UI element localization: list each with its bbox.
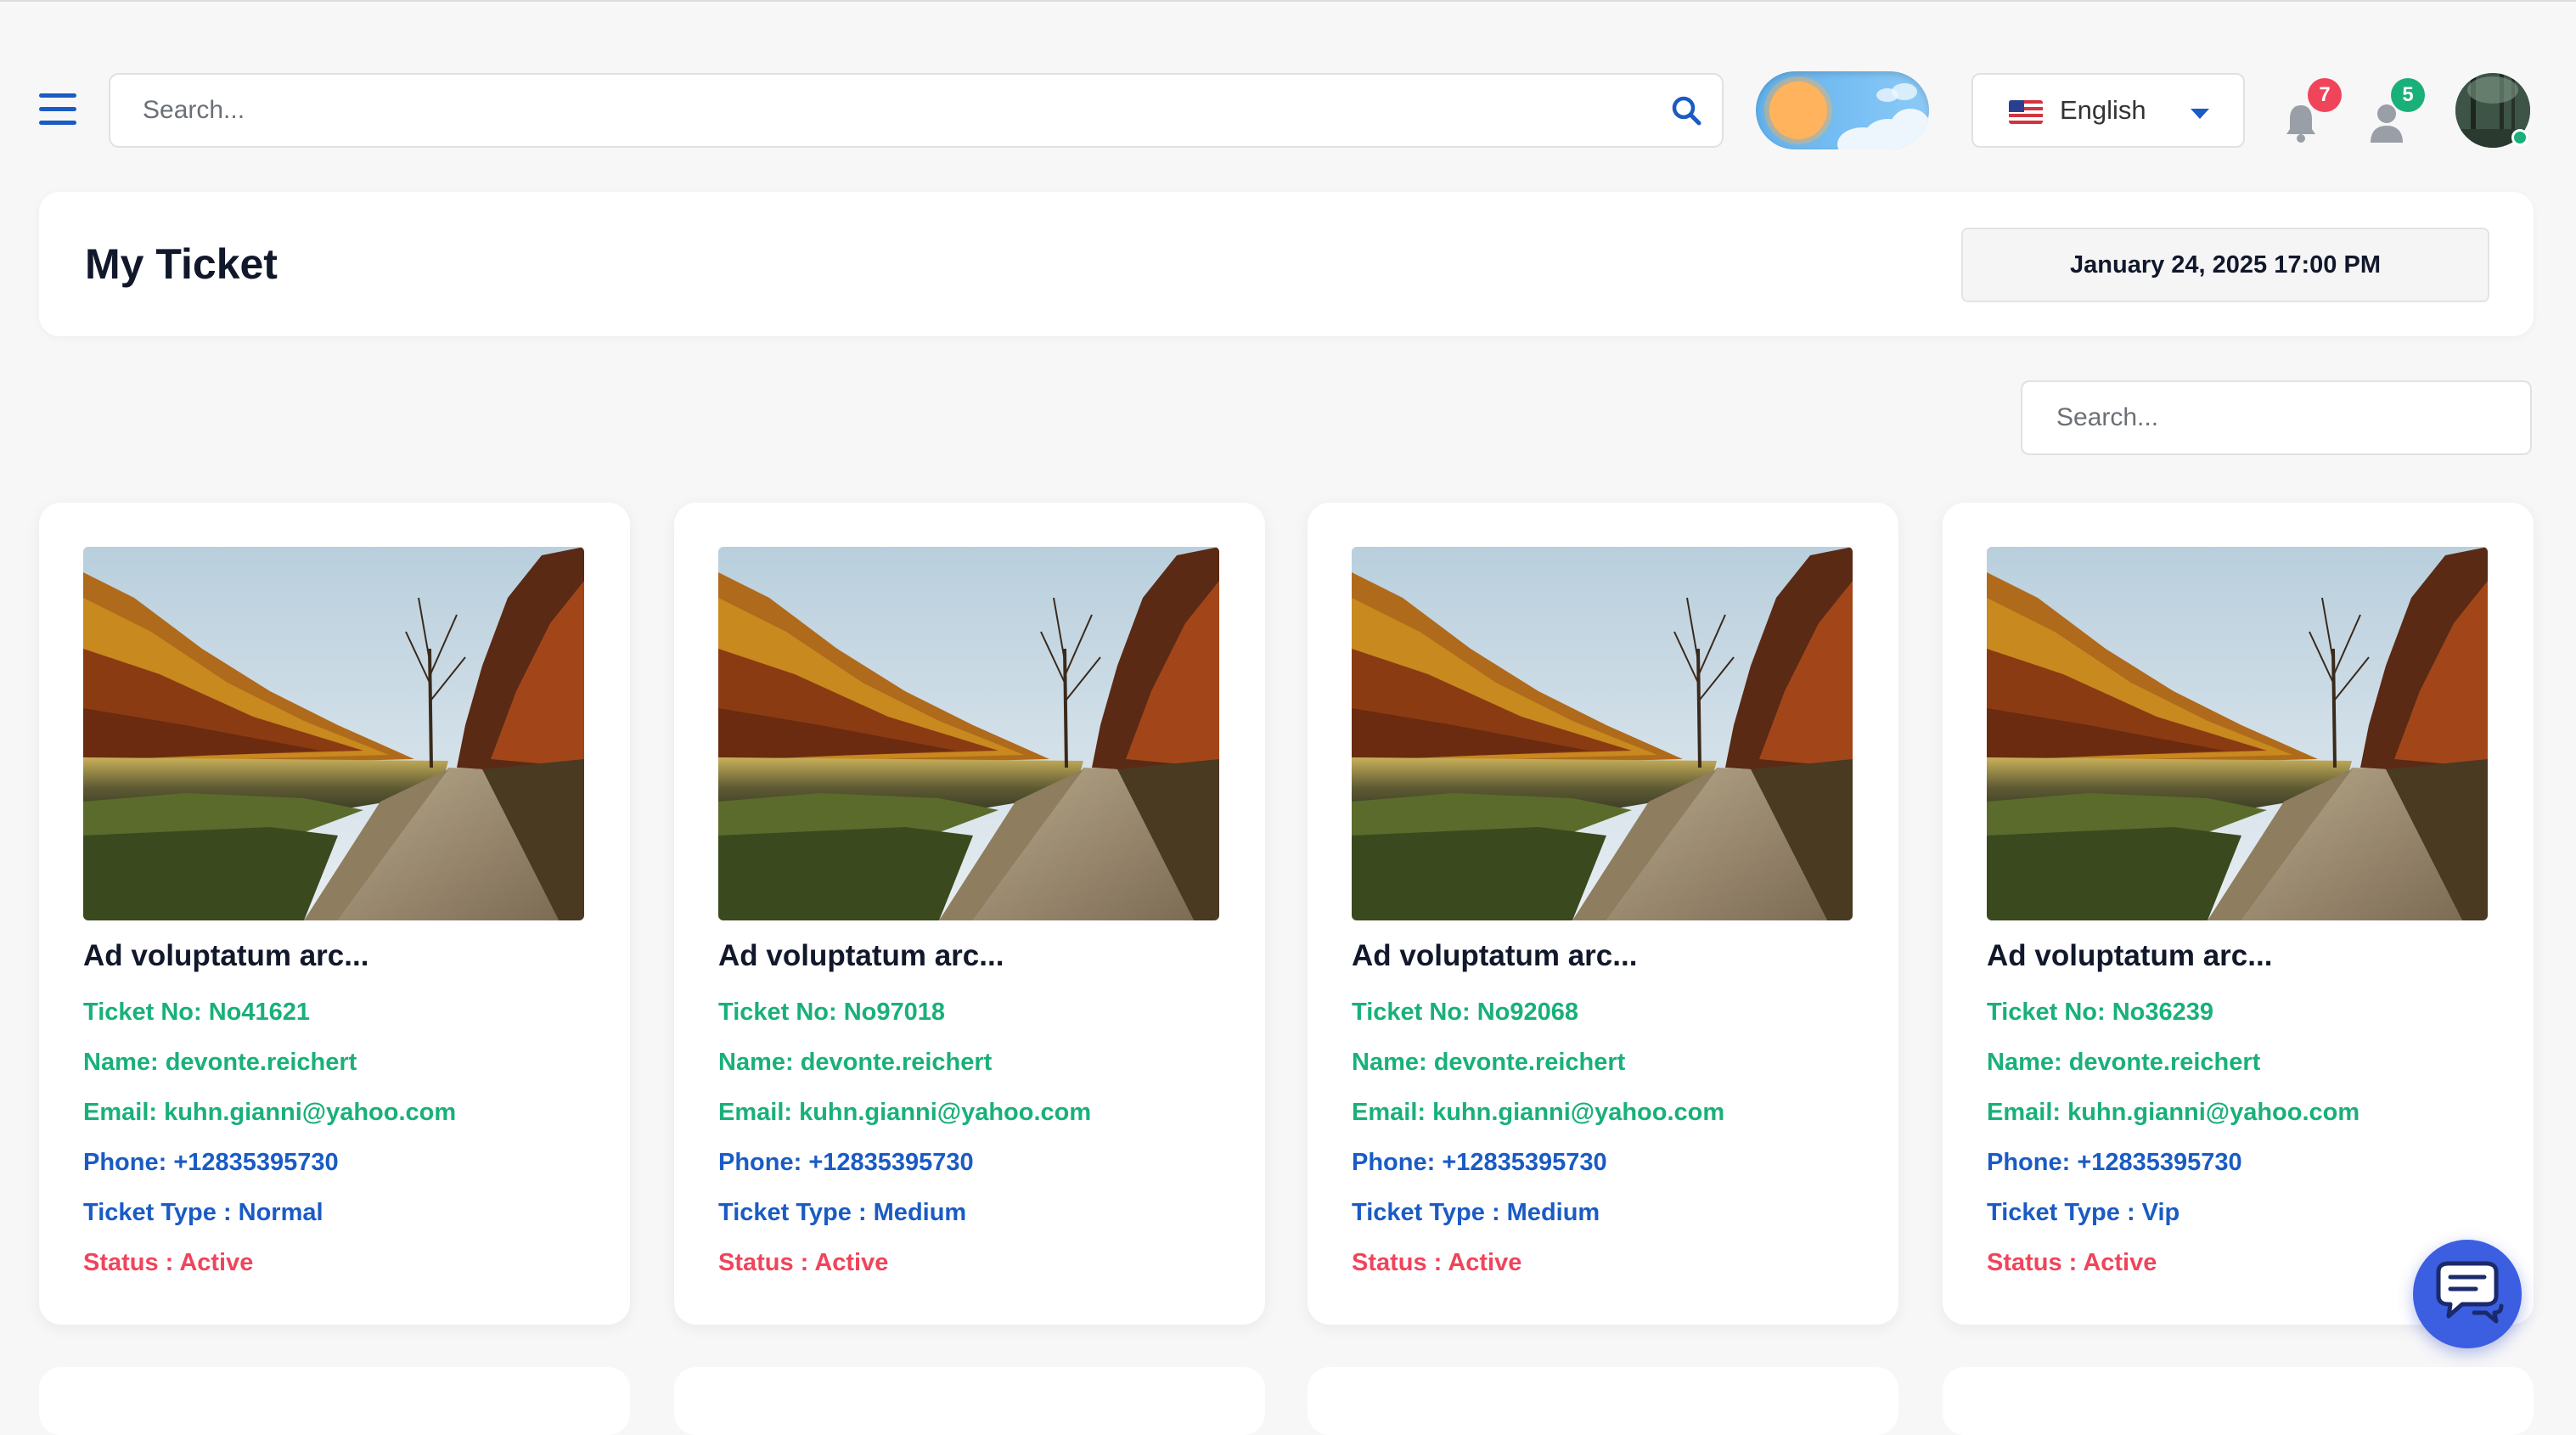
ticket-card[interactable] <box>1943 1367 2534 1435</box>
ticket-number: Ticket No: No97018 <box>718 999 946 1026</box>
ticket-number: Ticket No: No41621 <box>83 999 311 1026</box>
language-label: English <box>2060 95 2146 125</box>
ticket-title: Ad voluptatum arc... <box>718 939 1004 972</box>
ticket-type: Ticket Type : Vip <box>1987 1199 2180 1226</box>
ticket-card[interactable] <box>39 1367 630 1435</box>
ticket-email: Email: kuhn.gianni@yahoo.com <box>83 1099 457 1126</box>
ticket-name: Name: devonte.reichert <box>1987 1049 2261 1076</box>
ticket-card[interactable]: Ad voluptatum arc... Ticket No: No36239 … <box>1943 503 2534 1325</box>
ticket-status: Status : Active <box>1987 1249 2157 1276</box>
ticket-title: Ad voluptatum arc... <box>1352 939 1638 972</box>
ticket-search-input[interactable] <box>2056 382 2498 453</box>
ticket-name: Name: devonte.reichert <box>718 1049 993 1076</box>
ticket-card[interactable]: Ad voluptatum arc... Ticket No: No97018 … <box>674 503 1265 1325</box>
ticket-search <box>2021 380 2532 455</box>
ticket-type: Ticket Type : Normal <box>83 1199 323 1226</box>
global-search-input[interactable] <box>143 75 1637 146</box>
ticket-email: Email: kuhn.gianni@yahoo.com <box>718 1099 1092 1126</box>
ticket-card[interactable]: Ad voluptatum arc... Ticket No: No92068 … <box>1308 503 1898 1325</box>
us-flag-icon <box>2009 100 2043 124</box>
page-header: My Ticket January 24, 2025 17:00 PM <box>39 192 2534 336</box>
menu-icon[interactable] <box>39 93 76 126</box>
ticket-image <box>1987 547 2488 920</box>
ticket-number: Ticket No: No36239 <box>1987 999 2214 1026</box>
language-select[interactable]: English <box>1971 73 2245 148</box>
ticket-email: Email: kuhn.gianni@yahoo.com <box>1352 1099 1725 1126</box>
page-title: My Ticket <box>85 240 278 288</box>
ticket-email: Email: kuhn.gianni@yahoo.com <box>1987 1099 2360 1126</box>
ticket-status: Status : Active <box>718 1249 889 1276</box>
online-status-dot <box>2511 129 2528 146</box>
ticket-name: Name: devonte.reichert <box>83 1049 357 1076</box>
ticket-number: Ticket No: No92068 <box>1352 999 1579 1026</box>
chat-button[interactable] <box>2413 1240 2522 1348</box>
notifications-button[interactable] <box>2284 102 2318 144</box>
ticket-status: Status : Active <box>1352 1249 1522 1276</box>
ticket-type: Ticket Type : Medium <box>718 1199 967 1226</box>
theme-toggle[interactable] <box>1756 71 1929 149</box>
ticket-type: Ticket Type : Medium <box>1352 1199 1600 1226</box>
ticket-status: Status : Active <box>83 1249 254 1276</box>
users-badge: 5 <box>2391 78 2425 112</box>
bell-icon <box>2286 105 2315 143</box>
ticket-card[interactable] <box>674 1367 1265 1435</box>
caret-down-icon <box>2191 109 2209 119</box>
ticket-image <box>83 547 584 920</box>
chat-icon <box>2436 1261 2504 1324</box>
ticket-image <box>1352 547 1853 920</box>
notifications-badge: 7 <box>2308 78 2342 112</box>
global-search <box>109 73 1724 148</box>
ticket-card[interactable]: Ad voluptatum arc... Ticket No: No41621 … <box>39 503 630 1325</box>
search-icon[interactable] <box>1669 93 1703 127</box>
top-border <box>0 0 2576 2</box>
sun-icon <box>1769 82 1827 139</box>
ticket-card[interactable] <box>1308 1367 1898 1435</box>
ticket-image <box>718 547 1219 920</box>
ticket-phone: Phone: +12835395730 <box>1352 1149 1607 1176</box>
ticket-phone: Phone: +12835395730 <box>718 1149 974 1176</box>
ticket-title: Ad voluptatum arc... <box>83 939 369 972</box>
date-display: January 24, 2025 17:00 PM <box>1961 228 2489 302</box>
ticket-phone: Phone: +12835395730 <box>1987 1149 2242 1176</box>
ticket-title: Ad voluptatum arc... <box>1987 939 2273 972</box>
ticket-name: Name: devonte.reichert <box>1352 1049 1626 1076</box>
ticket-phone: Phone: +12835395730 <box>83 1149 339 1176</box>
